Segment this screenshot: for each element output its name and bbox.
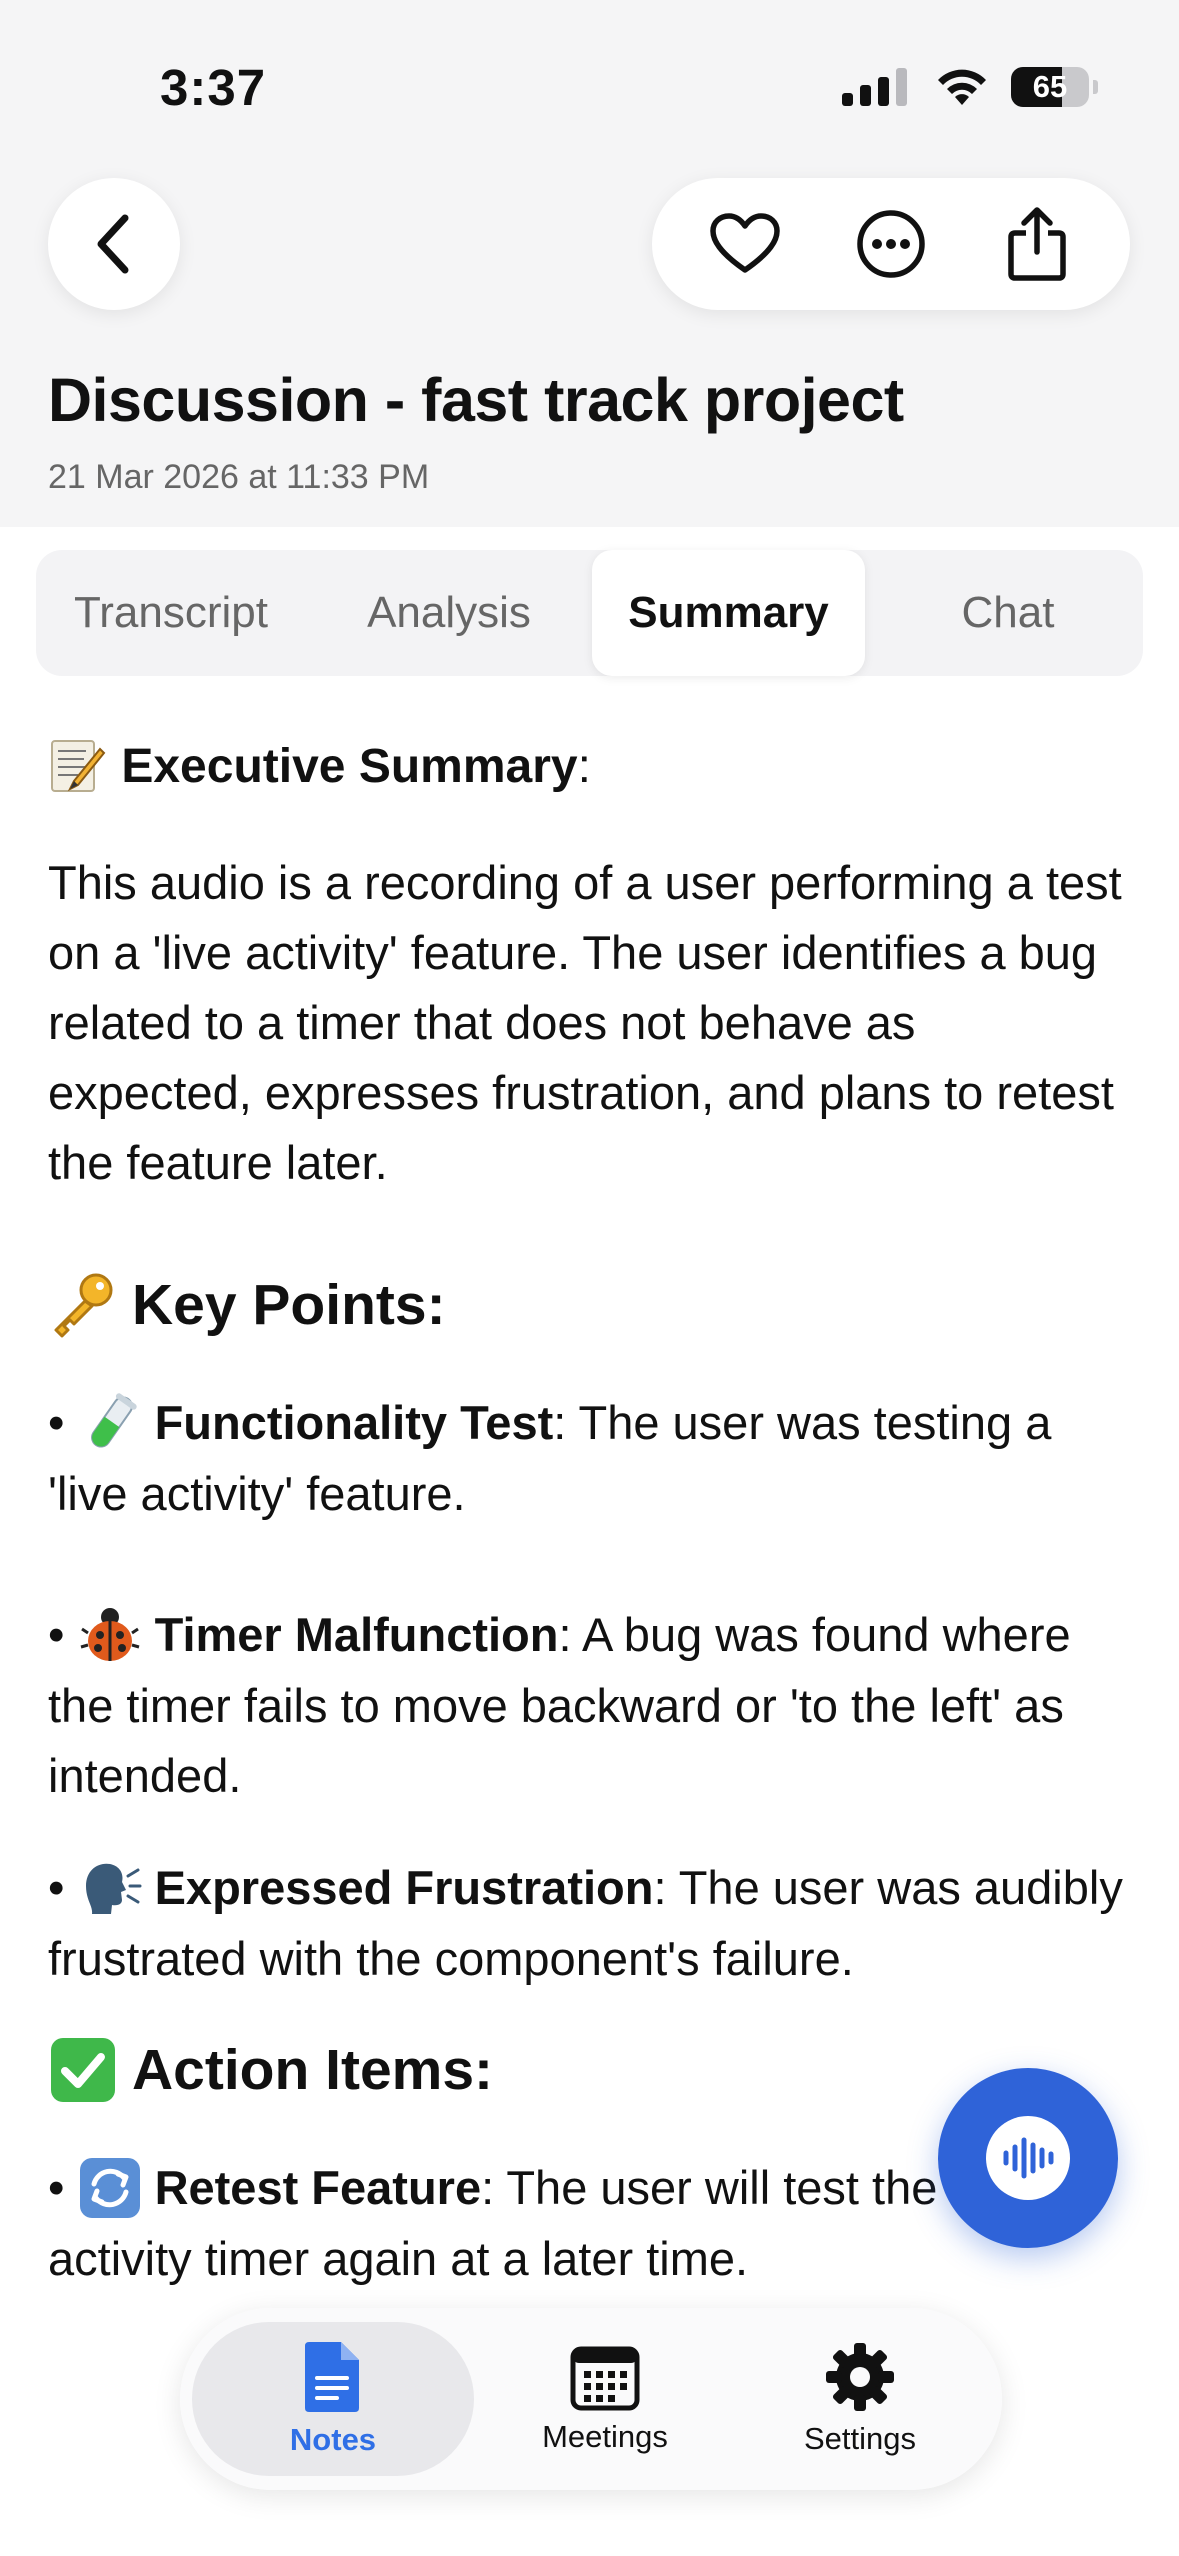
tab-summary[interactable]: Summary xyxy=(592,550,865,676)
more-options-button[interactable] xyxy=(851,204,931,284)
key-point-item: • Timer Malfunction: A bug was found whe… xyxy=(48,1600,1128,1811)
speaking-head-icon xyxy=(85,1863,142,1914)
note-actions xyxy=(652,178,1130,310)
executive-summary-body: This audio is a recording of a user perf… xyxy=(48,856,1122,1189)
memo-icon xyxy=(51,740,106,793)
note-datetime: 21 Mar 2026 at 11:33 PM xyxy=(48,458,430,496)
share-button[interactable] xyxy=(997,204,1077,284)
key-icon xyxy=(54,1273,113,1338)
bottom-tab-settings[interactable]: Settings xyxy=(740,2322,980,2476)
share-icon xyxy=(1008,207,1066,281)
ladybug-icon xyxy=(80,1607,139,1661)
waveform-icon xyxy=(1003,2137,1054,2179)
record-button[interactable] xyxy=(938,2068,1118,2248)
battery-icon: 65 xyxy=(1011,67,1089,107)
tab-transcript[interactable]: Transcript xyxy=(36,550,306,676)
tab-analysis[interactable]: Analysis xyxy=(314,550,584,676)
executive-summary-heading: Executive Summary: xyxy=(48,732,591,802)
bottom-tab-notes[interactable]: Notes xyxy=(192,2322,474,2476)
page-title: Discussion - fast track project xyxy=(48,366,904,434)
favorite-button[interactable] xyxy=(705,204,785,284)
check-mark-icon xyxy=(51,2038,115,2102)
test-tube-icon xyxy=(90,1392,137,1448)
back-button[interactable] xyxy=(48,178,180,310)
record-button-inner xyxy=(986,2116,1070,2200)
calendar-icon xyxy=(570,2346,640,2411)
gear-icon xyxy=(826,2343,894,2411)
refresh-icon xyxy=(79,2157,140,2218)
chevron-left-icon xyxy=(97,214,129,274)
wifi-icon xyxy=(938,69,986,105)
segmented-tabs: Transcript Analysis Summary Chat xyxy=(36,550,1143,676)
action-items-heading: Action Items: xyxy=(48,2035,493,2105)
status-icons: 65 xyxy=(842,64,1098,110)
ellipsis-icon xyxy=(857,210,925,278)
battery-percentage: 65 xyxy=(1032,69,1068,104)
tab-chat[interactable]: Chat xyxy=(873,550,1143,676)
key-point-item: • Functionality Test: The user was testi… xyxy=(48,1388,1128,1529)
cellular-signal-icon xyxy=(842,68,907,106)
status-time: 3:37 xyxy=(160,59,267,116)
key-point-item: • Expressed Frustration: The user was au… xyxy=(48,1853,1128,1994)
bottom-tab-meetings[interactable]: Meetings xyxy=(490,2322,720,2476)
notes-icon xyxy=(305,2342,359,2412)
battery-tip xyxy=(1093,80,1098,94)
heart-icon xyxy=(710,213,780,273)
key-points-heading: Key Points: xyxy=(48,1270,446,1340)
bottom-tab-bar: Notes Meetings Settings xyxy=(180,2308,1002,2490)
